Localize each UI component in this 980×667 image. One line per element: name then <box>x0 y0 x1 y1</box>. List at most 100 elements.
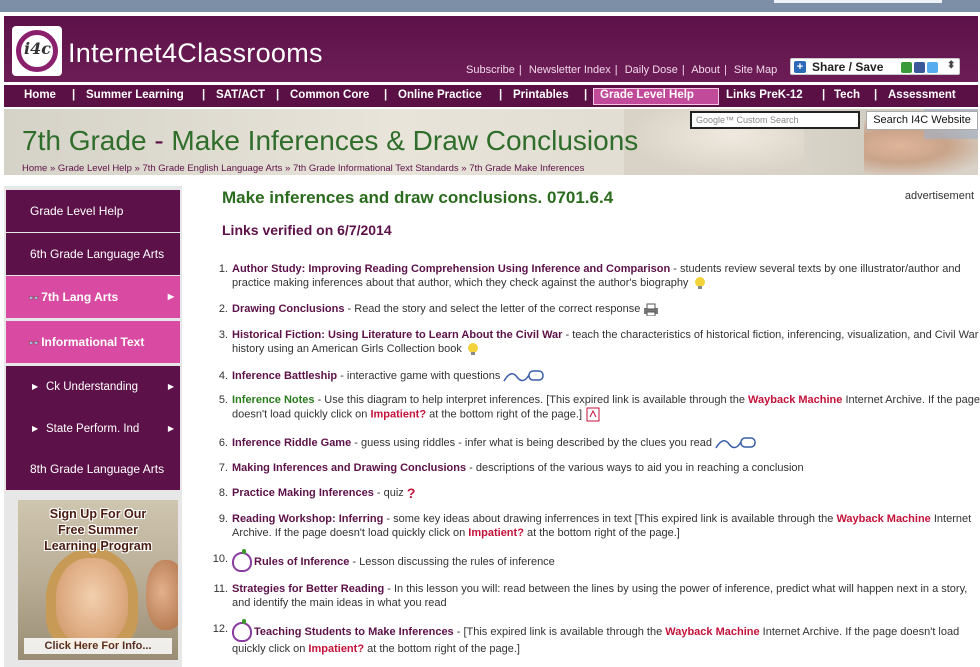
breadcrumb-grade-level-help[interactable]: Grade Level Help <box>58 163 132 174</box>
search-input[interactable]: Google™ Custom Search <box>690 111 860 129</box>
link-description: - some key ideas about drawing inferrenc… <box>383 513 837 525</box>
link-description: at the bottom right of the page.] <box>523 527 680 539</box>
sidebar-item-7th-lang-arts[interactable]: 👓 7th Lang Arts ▶ <box>6 276 180 318</box>
chevron-down-icon[interactable]: ⬍ <box>947 60 955 71</box>
chevron-right-icon: ▶ <box>167 382 174 391</box>
nav-common-core[interactable]: Common Core <box>290 89 369 101</box>
nav-tech[interactable]: Tech <box>834 89 860 101</box>
nav-separator: | <box>584 89 588 101</box>
link-reading-workshop[interactable]: Reading Workshop: Inferring <box>232 513 383 525</box>
facebook-icon[interactable] <box>914 62 925 73</box>
sidebar-item-state-perform[interactable]: ▶ State Perform. Ind ▶ <box>6 408 180 450</box>
breadcrumb-informational-text[interactable]: 7th Grade Informational Text Standards <box>293 163 459 174</box>
interactive-plug-icon <box>503 370 545 382</box>
link-inference-notes[interactable]: Inference Notes <box>232 394 315 406</box>
email-share-icon[interactable] <box>901 62 912 73</box>
top-link-subscribe[interactable]: Subscribe <box>466 64 515 76</box>
chevron-right-icon: ▶ <box>167 424 174 433</box>
lightbulb-icon <box>694 277 705 290</box>
chevron-right-icon: ▶ <box>167 292 174 301</box>
nav-summer-learning[interactable]: Summer Learning <box>86 89 184 101</box>
list-number: 9. <box>218 513 228 525</box>
top-links: Subscribe | Newsletter Index | Daily Dose |… <box>466 64 781 76</box>
link-description: - interactive game with questions <box>337 370 501 382</box>
main-content: Make inferences and draw conclusions. 07… <box>212 186 980 667</box>
nav-grade-level-help[interactable]: Grade Level Help <box>600 89 694 101</box>
breadcrumb-separator: » <box>134 163 140 174</box>
impatient-link[interactable]: Impatient? <box>370 408 426 420</box>
link-author-study[interactable]: Author Study: Improving Reading Comprehe… <box>232 263 670 275</box>
share-save-button[interactable]: + Share / Save ⬍ <box>790 58 960 75</box>
wayback-machine-link[interactable]: Wayback Machine <box>665 626 759 638</box>
promo-cta[interactable]: Click Here For Info... <box>24 638 172 654</box>
nav-home[interactable]: Home <box>24 89 56 101</box>
impatient-link[interactable]: Impatient? <box>468 527 524 539</box>
nav-links-prek-12[interactable]: Links PreK-12 <box>726 89 803 101</box>
link-rules-of-inference[interactable]: Rules of Inference <box>254 556 349 568</box>
wayback-machine-link[interactable]: Wayback Machine <box>836 513 930 525</box>
sidebar-item-ck-understanding[interactable]: ▶ Ck Understanding ▶ <box>6 366 180 408</box>
breadcrumb-separator: » <box>461 163 467 174</box>
pdf-icon <box>586 407 600 422</box>
sidebar-item-label: 6th Grade Language Arts <box>30 247 165 261</box>
link-description: - descriptions of the various ways to ai… <box>466 462 804 474</box>
mask-icon: 👓 <box>28 338 40 348</box>
site-name[interactable]: Internet4Classrooms <box>68 38 323 69</box>
link-drawing-conclusions[interactable]: Drawing Conclusions <box>232 303 344 315</box>
top-strip-bar <box>774 0 942 3</box>
promo-line-2: Free Summer <box>58 523 138 537</box>
top-link-daily-dose[interactable]: Daily Dose <box>625 64 678 76</box>
nav-online-practice[interactable]: Online Practice <box>398 89 482 101</box>
top-link-separator: | <box>614 64 618 76</box>
twitter-icon[interactable] <box>927 62 938 73</box>
breadcrumb-separator: » <box>49 163 56 174</box>
main-nav: Home | Summer Learning | SAT/ACT | Commo… <box>4 84 978 108</box>
list-number: 7. <box>218 462 228 474</box>
links-verified: Links verified on 6/7/2014 <box>222 222 392 238</box>
sidebar-item-grade-level-help[interactable]: Grade Level Help <box>6 190 180 232</box>
link-practice-making-inferences[interactable]: Practice Making Inferences <box>232 487 374 499</box>
site-logo[interactable]: i4c <box>12 26 62 76</box>
browser-top-strip <box>0 0 980 12</box>
search-button[interactable]: Search I4C Website <box>866 111 978 130</box>
link-strategies-better-reading[interactable]: Strategies for Better Reading <box>232 583 384 595</box>
sidebar-item-8th-grade-la[interactable]: 8th Grade Language Arts <box>6 448 180 490</box>
link-description: - guess using riddles - infer what is be… <box>351 437 712 449</box>
sidebar-item-informational-text[interactable]: 👓 Informational Text <box>6 321 180 363</box>
nav-printables[interactable]: Printables <box>513 89 569 101</box>
link-inference-riddle-game[interactable]: Inference Riddle Game <box>232 437 351 449</box>
mask-icon: 👓 <box>28 293 40 303</box>
nav-separator: | <box>384 89 388 101</box>
promo-line-1: Sign Up For Our <box>49 507 147 521</box>
lightbulb-icon <box>467 343 478 356</box>
breadcrumb-ela[interactable]: 7th Grade English Language Arts <box>142 163 282 174</box>
link-teaching-inferences[interactable]: Teaching Students to Make Inferences <box>254 626 454 638</box>
list-number: 4. <box>218 370 228 382</box>
page-title: 7th Grade - Make Inferences & Draw Concl… <box>22 125 638 157</box>
page-title-grade: 7th Grade <box>22 125 147 156</box>
page-heading: Make inferences and draw conclusions. 07… <box>222 188 614 207</box>
wayback-machine-link[interactable]: Wayback Machine <box>748 394 842 406</box>
apple-icon <box>232 549 252 572</box>
impatient-link[interactable]: Impatient? <box>308 643 364 655</box>
nav-assessment[interactable]: Assessment <box>888 89 956 101</box>
link-historical-fiction[interactable]: Historical Fiction: Using Literature to … <box>232 329 562 341</box>
breadcrumb: Home » Grade Level Help » 7th Grade Engl… <box>22 163 584 174</box>
top-link-site-map[interactable]: Site Map <box>734 64 777 76</box>
list-number: 2. <box>218 303 228 315</box>
top-link-about[interactable]: About <box>691 64 720 76</box>
summer-learning-promo[interactable]: Sign Up For Our Free Summer Learning Pro… <box>18 500 178 660</box>
sidebar-item-6th-grade-la[interactable]: 6th Grade Language Arts <box>6 233 180 275</box>
breadcrumb-home[interactable]: Home <box>22 163 47 174</box>
link-making-inferences[interactable]: Making Inferences and Drawing Conclusion… <box>232 462 466 474</box>
breadcrumb-current: 7th Grade Make Inferences <box>469 163 585 174</box>
link-description: - Read the story and select the letter o… <box>344 303 641 315</box>
plus-icon: + <box>794 61 806 73</box>
top-link-newsletter[interactable]: Newsletter Index <box>529 64 611 76</box>
share-label: Share / Save <box>812 60 884 74</box>
link-description: at the bottom right of the page.] <box>426 408 583 421</box>
link-inference-battleship[interactable]: Inference Battleship <box>232 370 337 382</box>
list-number: 3. <box>218 329 228 341</box>
nav-sat-act[interactable]: SAT/ACT <box>216 89 265 101</box>
page-title-dash: - <box>154 125 164 156</box>
